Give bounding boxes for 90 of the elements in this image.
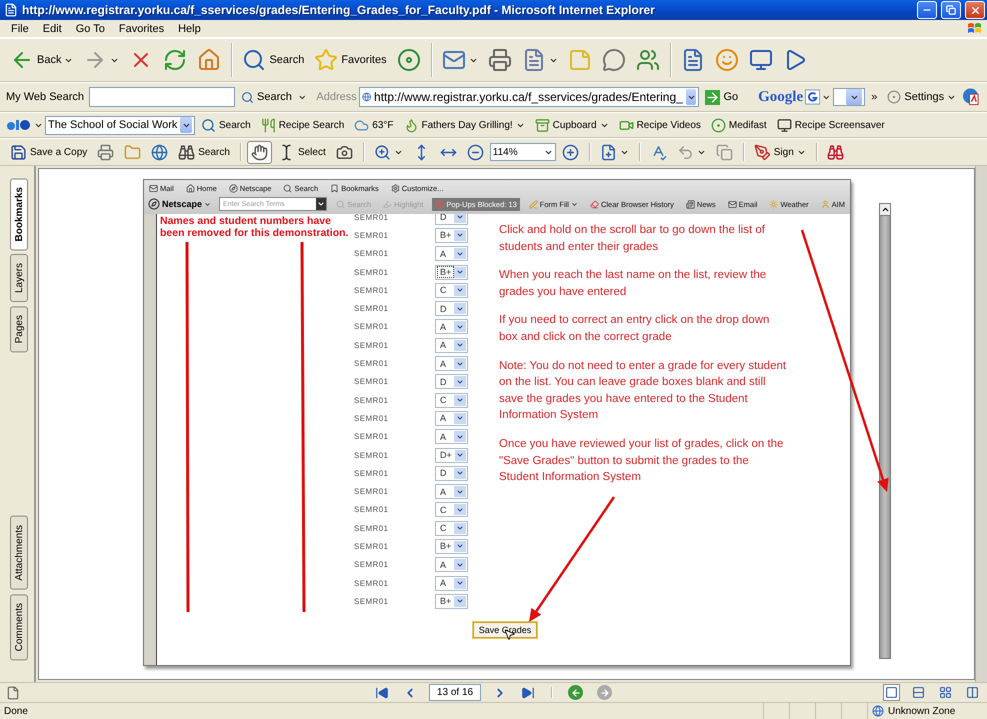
grade-dropdown[interactable]: D xyxy=(435,466,468,481)
instruction-text: When you reach the last name on the list, review the grades you have entered xyxy=(499,268,768,300)
grill-button[interactable]: Fathers Day Grilling! xyxy=(400,114,529,136)
save-button[interactable]: Save a Copy xyxy=(6,140,92,164)
select-button[interactable]: Select xyxy=(274,140,330,164)
search-button[interactable]: Search xyxy=(238,45,308,75)
sidebar-tab[interactable]: Pages xyxy=(10,306,28,353)
favorites-button[interactable]: Favorites xyxy=(310,45,391,75)
grade-dropdown[interactable]: B+ xyxy=(435,264,468,280)
course-code: SEMR01 xyxy=(354,505,390,514)
course-code: SEMR01 xyxy=(354,359,390,368)
grade-dropdown[interactable]: D xyxy=(435,214,468,225)
course-code: SEMR01 xyxy=(354,560,390,570)
sidebar-tab[interactable]: Bookmarks xyxy=(10,178,28,250)
grade-dropdown[interactable]: A xyxy=(435,319,468,334)
grade-dropdown[interactable]: C xyxy=(435,502,468,518)
course-code: SEMR01 xyxy=(354,249,390,258)
menu-item[interactable]: File xyxy=(4,22,36,34)
grade-dropdown[interactable]: A xyxy=(435,410,468,426)
course-code: SEMR01 xyxy=(354,377,390,386)
instruction-text: Once you have reviewed your list of grades, click on the "Save Grades" button to submit the grades to the Student Information System xyxy=(499,436,784,486)
course-code: SEMR01 xyxy=(354,286,390,295)
grade-dropdown[interactable]: A xyxy=(435,429,468,444)
grade-dropdown[interactable]: A xyxy=(435,356,468,372)
course-code: SEMR01 xyxy=(354,432,390,442)
course-code: SEMR01 xyxy=(354,230,390,240)
grade-dropdown[interactable]: A xyxy=(435,484,468,500)
screensaver-button[interactable]: Recipe Screensaver xyxy=(772,114,889,136)
course-code: SEMR01 xyxy=(354,304,390,314)
grade-dropdown[interactable]: D xyxy=(435,301,468,316)
instruction-text: If you need to correct an entry click on the drop down box and click on the correct grade xyxy=(499,313,770,345)
grade-dropdown[interactable]: D xyxy=(435,374,468,390)
recipe-button[interactable]: Recipe Search xyxy=(256,114,348,136)
more-button[interactable]: » xyxy=(867,88,882,106)
sidebar-tab[interactable]: Comments xyxy=(10,594,28,660)
grade-dropdown[interactable]: A xyxy=(435,338,468,353)
window-title: http://www.registrar.yorku.ca/f_sservices/grades/Entering_Grades_for_Faculty.pdf - Microsoft Internet Explorer xyxy=(22,3,656,17)
course-code: SEMR01 xyxy=(354,596,390,606)
menu-item[interactable]: Edit xyxy=(36,22,69,34)
medifast-button[interactable]: Medifast xyxy=(706,114,771,136)
zoom-field[interactable]: 114% xyxy=(490,143,556,161)
grade-dropdown[interactable]: B+ xyxy=(435,538,468,554)
grade-dropdown[interactable]: C xyxy=(435,282,468,298)
google-logo: Google xyxy=(758,88,804,106)
back-button[interactable]: Back xyxy=(6,45,78,75)
search-label: My Web Search xyxy=(6,91,84,103)
menu-item[interactable]: Go To xyxy=(68,22,112,34)
cupboard-button[interactable]: Cupboard xyxy=(530,114,613,136)
course-code: SEMR01 xyxy=(354,450,390,460)
binoculars-button[interactable]: Search xyxy=(174,140,234,164)
grade-dropdown[interactable]: C xyxy=(435,520,468,536)
grade-dropdown[interactable]: B+ xyxy=(435,594,468,609)
grade-dropdown[interactable]: A xyxy=(435,246,468,262)
grade-dropdown[interactable]: B+ xyxy=(435,228,468,243)
status-text: Done xyxy=(4,706,28,716)
settings-button[interactable]: Settings xyxy=(883,87,960,107)
grade-dropdown[interactable]: C xyxy=(435,392,468,408)
instruction-text: Click and hold on the scroll bar to go down the list of students and enter their grades xyxy=(499,223,766,255)
search-button[interactable]: Search xyxy=(197,114,255,136)
page-number-field[interactable]: 13 of 16 xyxy=(429,684,481,701)
netscape-menu-button[interactable]: Netscape xyxy=(146,198,214,210)
instruction-text: Note: You do not need to enter a grade for every student on the list. You can leave grade boxes blank and still save the grades you have entered to the Student Information System xyxy=(499,358,786,424)
grade-dropdown[interactable]: A xyxy=(435,576,468,591)
menu-item[interactable]: Help xyxy=(171,22,208,34)
course-code: SEMR01 xyxy=(354,524,390,533)
course-code: SEMR01 xyxy=(354,468,390,478)
weather-button[interactable]: 63°F xyxy=(350,114,398,136)
course-code: SEMR01 xyxy=(354,414,390,423)
course-code: SEMR01 xyxy=(354,396,390,405)
address-label: Address xyxy=(316,91,357,103)
grade-dropdown[interactable]: D+ xyxy=(435,448,468,462)
note-text: Names and student numbers have been removed for this demonstration. xyxy=(160,215,350,239)
course-code: SEMR01 xyxy=(354,268,390,277)
course-code: SEMR01 xyxy=(354,322,390,332)
address-field[interactable]: http://www.registrar.yorku.ca/f_sservices/grades/Entering_ xyxy=(358,87,700,107)
course-code: SEMR01 xyxy=(354,487,390,496)
sidebar-tab[interactable]: Layers xyxy=(10,254,28,302)
sign-button[interactable]: Sign xyxy=(750,140,810,164)
course-code: SEMR01 xyxy=(354,214,390,222)
menu-item[interactable]: Favorites xyxy=(112,22,172,34)
grade-dropdown[interactable]: A xyxy=(435,557,468,572)
sidebar-tab[interactable]: Attachments xyxy=(10,516,28,590)
site-combo[interactable]: The School of Social Work xyxy=(45,116,195,134)
search-button[interactable]: Search xyxy=(237,88,296,106)
zone-text: Unknown Zone xyxy=(888,706,956,716)
go-button[interactable]: Go xyxy=(701,86,742,108)
course-code: SEMR01 xyxy=(354,578,390,588)
video-button[interactable]: Recipe Videos xyxy=(614,114,705,136)
course-code: SEMR01 xyxy=(354,542,390,551)
course-code: SEMR01 xyxy=(354,340,390,350)
